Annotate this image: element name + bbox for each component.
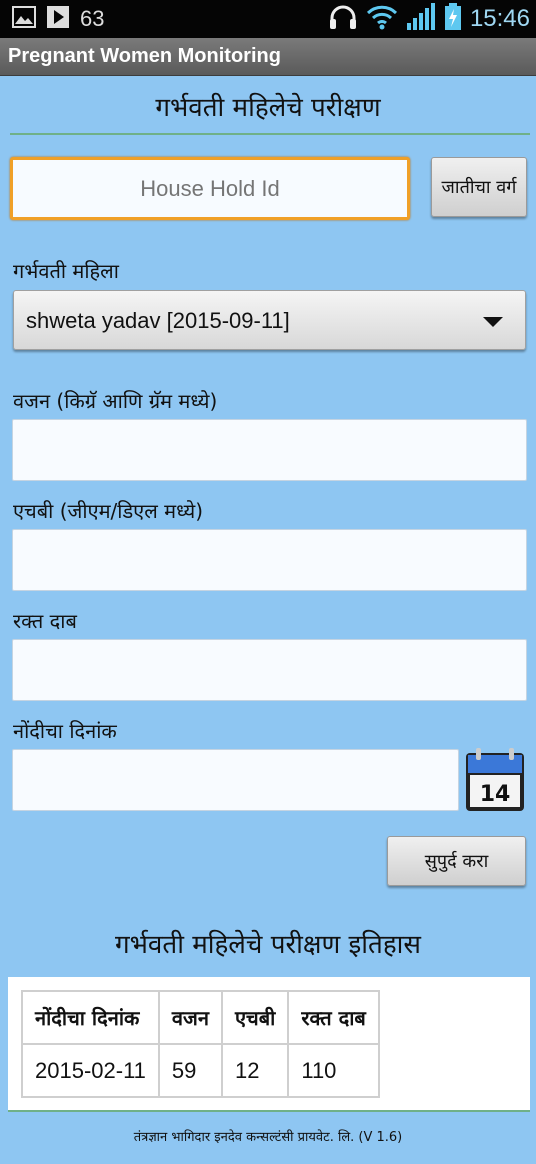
status-bar: 63 15:46: [0, 0, 536, 38]
action-bar: Pregnant Women Monitoring: [0, 38, 536, 76]
pregnant-woman-select[interactable]: shweta yadav [2015-09-11]: [13, 290, 526, 350]
table-cell: 59: [157, 1043, 223, 1098]
wifi-icon: [366, 4, 398, 34]
dropdown-arrow-icon: [483, 317, 503, 327]
household-id-input[interactable]: [10, 157, 410, 220]
table-row: 2015-02-11 59 12 110: [21, 1043, 380, 1098]
table-cell: 110: [287, 1043, 380, 1098]
weight-label: वजन (किग्रॅ आणि ग्रॅम मध्ये): [13, 389, 218, 413]
table-cell: 2015-02-11: [21, 1043, 160, 1098]
weight-input[interactable]: [12, 419, 527, 481]
hb-input[interactable]: [12, 529, 527, 591]
column-header: एचबी: [220, 990, 290, 1045]
calendar-icon[interactable]: 14: [464, 747, 526, 813]
record-date-input[interactable]: [12, 749, 459, 811]
play-store-icon: [46, 5, 70, 33]
notification-count: 63: [80, 6, 105, 31]
submit-button[interactable]: सुपुर्द करा: [387, 836, 526, 886]
battery-charging-icon: [444, 3, 462, 35]
signal-icon: [406, 3, 436, 35]
table-cell: 12: [220, 1043, 290, 1098]
hb-label: एचबी (जीएम/डिएल मध्ये): [13, 499, 204, 523]
pregnant-woman-label: गर्भवती महिला: [13, 259, 119, 283]
caste-category-button[interactable]: जातीचा वर्ग: [431, 157, 527, 217]
headphones-icon: [328, 4, 358, 34]
record-date-label: नोंदीचा दिनांक: [13, 719, 117, 743]
history-panel: नोंदीचा दिनांक वजन एचबी रक्त दाब 2015-02…: [8, 977, 530, 1110]
calendar-day: 14: [480, 782, 511, 807]
status-bar-left: 63: [12, 6, 104, 32]
clock: 15:46: [469, 5, 530, 32]
page-title: गर्भवती महिलेचे परीक्षण: [155, 93, 381, 123]
title-divider: [10, 133, 530, 135]
column-header: वजन: [157, 990, 223, 1045]
pregnant-woman-selected: shweta yadav [2015-09-11]: [26, 308, 290, 333]
image-icon: [12, 6, 36, 32]
column-header: रक्त दाब: [287, 990, 380, 1045]
history-table: नोंदीचा दिनांक वजन एचबी रक्त दाब 2015-02…: [21, 990, 380, 1098]
app-title: Pregnant Women Monitoring: [8, 45, 281, 67]
footer-divider: [8, 1110, 530, 1112]
table-header-row: नोंदीचा दिनांक वजन एचबी रक्त दाब: [21, 990, 380, 1045]
history-title: गर्भवती महिलेचे परीक्षण इतिहास: [115, 930, 421, 960]
column-header: नोंदीचा दिनांक: [21, 990, 160, 1045]
blood-pressure-input[interactable]: [12, 639, 527, 701]
status-bar-right: 15:46: [328, 3, 530, 35]
blood-pressure-label: रक्त दाब: [13, 609, 77, 633]
footer-credit: तंत्रज्ञान भागिदार इनदेव कन्सल्टंसी प्रा…: [133, 1130, 403, 1145]
